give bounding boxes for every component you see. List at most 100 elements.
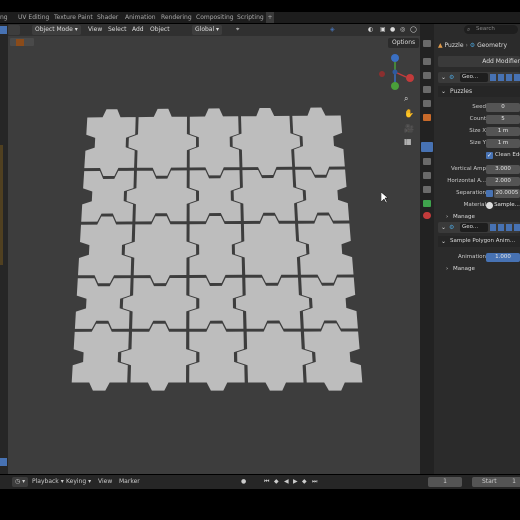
edit-mode-toggle-icon[interactable] — [490, 224, 496, 231]
puzzle-piece[interactable] — [128, 108, 197, 176]
jump-end-icon[interactable]: ⏭ — [312, 477, 317, 487]
puzzle-piece[interactable] — [189, 277, 244, 329]
node-group-selector[interactable]: ⌄ Puzzles — [438, 86, 520, 97]
modifier-2-header[interactable]: ⌄ ⚙ Geo... — [438, 222, 520, 233]
puzzle-piece[interactable] — [126, 170, 197, 222]
camera-toggle-icon[interactable] — [514, 224, 520, 231]
add-modifier-button[interactable]: Add Modifier — [438, 56, 520, 67]
puzzle-piece[interactable] — [78, 216, 133, 284]
puzzle-piece[interactable] — [233, 169, 304, 221]
add-workspace-button[interactable]: + — [266, 12, 274, 23]
puzzle-piece[interactable] — [124, 216, 197, 284]
puzzle-piece[interactable] — [301, 277, 358, 329]
jump-start-icon[interactable]: ⏮ — [264, 477, 269, 487]
modifier-2-name[interactable]: Geo... — [460, 223, 488, 232]
start-frame-input[interactable]: Start 1 — [472, 477, 520, 487]
puzzle-piece[interactable] — [81, 170, 134, 222]
material-select[interactable]: Sample... — [494, 201, 520, 210]
current-frame-input[interactable]: 1 — [428, 477, 462, 487]
seed-input[interactable]: 0 — [486, 103, 520, 112]
tab-rendering[interactable]: Rendering — [161, 12, 192, 23]
modifier-1-header[interactable]: ⌄ ⚙ Geo... — [438, 72, 520, 83]
modifier-tab-icon[interactable] — [421, 142, 433, 152]
menu-keying[interactable]: Keying ▾ — [66, 477, 91, 487]
menu-view[interactable]: View — [88, 25, 102, 35]
tab-layout[interactable]: ng — [0, 12, 8, 23]
node-group-selector-2[interactable]: ⌄ Sample Polygon Anim... — [438, 236, 520, 247]
menu-marker[interactable]: Marker — [119, 477, 140, 487]
overlay-icon[interactable]: ◐ — [368, 25, 373, 35]
puzzle-piece[interactable] — [295, 169, 350, 221]
puzzle-piece[interactable] — [235, 277, 310, 329]
puzzle-piece[interactable] — [298, 215, 354, 283]
3d-viewport[interactable]: Options ⌕ ✋ 🎥 ▦ — [8, 36, 420, 474]
xray-icon[interactable]: ▣ — [380, 25, 386, 35]
puzzle-piece[interactable] — [74, 278, 131, 329]
modifier-1-name[interactable]: Geo... — [460, 73, 488, 82]
manage-row-2[interactable]: › Manage — [434, 264, 520, 275]
puzzle-piece[interactable] — [84, 109, 136, 176]
play-icon[interactable]: ▶ — [293, 477, 298, 487]
menu-add[interactable]: Add — [132, 25, 144, 35]
puzzle-piece[interactable] — [189, 216, 243, 283]
edit-mode-toggle-icon[interactable] — [490, 74, 496, 81]
physics-tab-icon[interactable] — [423, 172, 431, 179]
auto-keying-icon[interactable]: ● — [241, 477, 246, 487]
menu-view-timeline[interactable]: View — [98, 477, 112, 487]
separation-keyframe-icon[interactable] — [486, 190, 493, 197]
view-layer-tab-icon[interactable] — [423, 86, 431, 93]
puzzle-piece[interactable] — [189, 170, 241, 222]
separation-input[interactable]: 20.0005 — [494, 189, 520, 198]
puzzle-mesh[interactable] — [8, 36, 420, 474]
count-input[interactable]: 5 — [486, 115, 520, 124]
puzzle-piece[interactable] — [304, 323, 363, 391]
jump-keyframe-back-icon[interactable]: ◆ — [274, 477, 279, 487]
vertical-amp-input[interactable]: 3.000 — [486, 165, 520, 174]
material-tab-icon[interactable] — [423, 212, 431, 219]
puzzle-piece[interactable] — [234, 215, 307, 283]
constraints-tab-icon[interactable] — [423, 186, 431, 193]
snap-icon[interactable]: ⌖ — [236, 25, 239, 35]
puzzle-piece[interactable] — [120, 323, 197, 391]
menu-playback[interactable]: Playback ▾ — [32, 477, 64, 487]
menu-select[interactable]: Select — [108, 25, 127, 35]
tab-texture-paint[interactable]: Texture Paint — [54, 12, 93, 23]
tab-scripting[interactable]: Scripting — [237, 12, 264, 23]
horizontal-amp-input[interactable]: 2.000 — [486, 177, 520, 186]
puzzle-piece[interactable] — [122, 278, 197, 329]
viewport-toggle-icon[interactable] — [498, 224, 504, 231]
puzzle-piece[interactable] — [232, 108, 301, 176]
scene-tab-icon[interactable] — [423, 100, 431, 107]
search-field[interactable]: ⌕ Search — [464, 25, 518, 34]
output-tab-icon[interactable] — [423, 72, 431, 79]
tab-uv-editing[interactable]: UV Editing — [18, 12, 49, 23]
menu-object[interactable]: Object — [150, 25, 170, 35]
shading-solid-icon[interactable]: ● — [390, 25, 395, 35]
editor-type-button[interactable] — [8, 25, 20, 35]
clean-edge-checkbox[interactable]: ✓ — [486, 152, 493, 159]
shading-material-icon[interactable]: ◎ — [400, 25, 405, 35]
collapse-arrow-icon[interactable]: ⌄ — [441, 222, 446, 233]
tab-compositing[interactable]: Compositing — [196, 12, 234, 23]
tab-shader[interactable]: Shader — [97, 12, 118, 23]
particles-tab-icon[interactable] — [423, 158, 431, 165]
viewport-toggle-icon[interactable] — [498, 74, 504, 81]
timeline-editor-type-button[interactable]: ◷ ▾ — [12, 477, 29, 487]
play-reverse-icon[interactable]: ◀ — [284, 477, 289, 487]
render-tab-icon[interactable] — [423, 58, 431, 65]
render-toggle-icon[interactable] — [506, 74, 512, 81]
mode-select[interactable]: Object Mode ▾ — [32, 25, 81, 35]
tool-tab-icon[interactable] — [423, 40, 431, 47]
object-tab-icon[interactable] — [423, 114, 431, 121]
camera-toggle-icon[interactable] — [514, 74, 520, 81]
puzzle-piece[interactable] — [71, 323, 129, 391]
tab-animation[interactable]: Animation — [125, 12, 156, 23]
jump-keyframe-forward-icon[interactable]: ◆ — [302, 477, 307, 487]
puzzle-piece[interactable] — [189, 323, 245, 391]
puzzle-piece[interactable] — [189, 108, 240, 176]
expand-arrow-icon[interactable]: › — [446, 264, 448, 275]
render-toggle-icon[interactable] — [506, 224, 512, 231]
animation-input[interactable]: 1.000 — [486, 253, 520, 262]
transform-orientation-select[interactable]: Global ▾ — [192, 25, 223, 35]
editor-type-icon[interactable] — [0, 26, 7, 34]
